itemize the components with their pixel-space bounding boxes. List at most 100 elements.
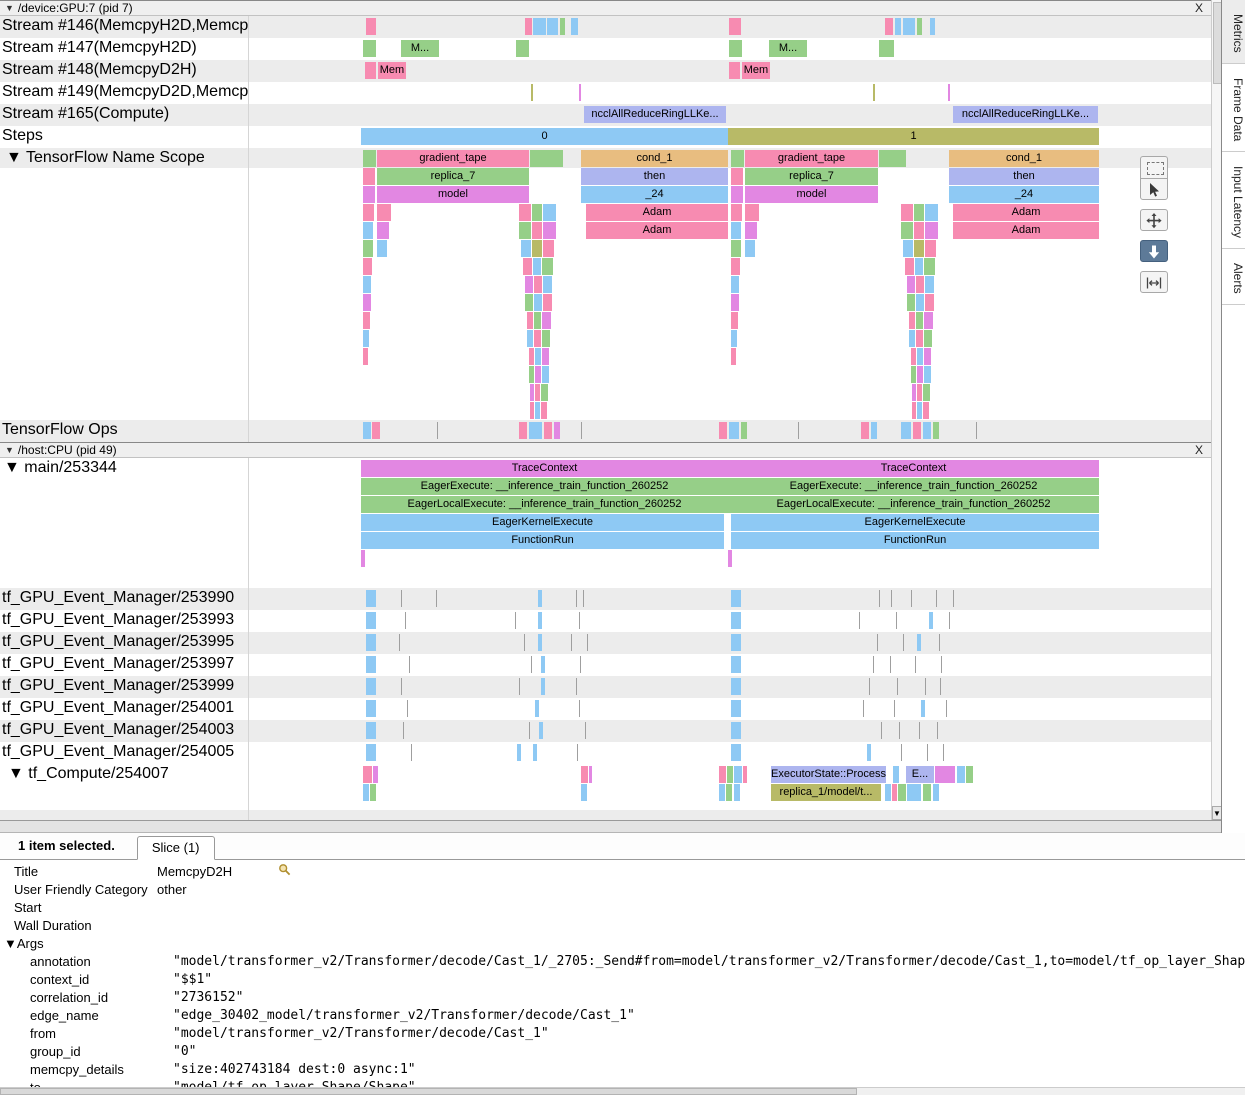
trace-slice[interactable] [901, 204, 913, 221]
trace-slice[interactable] [916, 312, 923, 329]
trace-slice[interactable] [731, 700, 741, 717]
trace-slice[interactable]: ncclAllReduceRingLLKe... [953, 106, 1098, 123]
trace-slice[interactable] [911, 348, 916, 365]
track-label-gem-254003[interactable]: tf_GPU_Event_Manager/254003 [0, 721, 248, 739]
track-label-tf-name-scope[interactable]: ▼ TensorFlow Name Scope [0, 149, 252, 167]
trace-slice[interactable] [731, 656, 741, 673]
trace-slice[interactable] [587, 634, 588, 651]
trace-slice[interactable] [366, 722, 376, 739]
trace-slice[interactable] [719, 784, 725, 801]
trace-slice[interactable] [530, 402, 534, 419]
trace-slice[interactable] [893, 766, 899, 783]
trace-slice[interactable]: EagerExecute: __inference_train_function… [361, 478, 728, 495]
trace-slice[interactable]: Adam [953, 222, 1099, 239]
trace-slice[interactable] [524, 634, 525, 651]
trace-slice[interactable] [535, 700, 539, 717]
trace-slice[interactable] [924, 348, 931, 365]
trace-slice[interactable] [377, 240, 387, 257]
trace-slice[interactable] [879, 150, 906, 167]
marquee-tool-button[interactable] [1140, 156, 1168, 178]
trace-slice[interactable] [538, 634, 542, 651]
trace-slice[interactable] [541, 384, 548, 401]
trace-slice[interactable]: Adam [586, 222, 728, 239]
trace-slice[interactable] [363, 204, 374, 221]
trace-slice[interactable]: EagerLocalExecute: __inference_train_fun… [361, 496, 728, 513]
trace-slice[interactable] [946, 700, 947, 717]
trace-slice[interactable] [363, 222, 373, 239]
tab-frame-data[interactable]: Frame Data [1222, 64, 1245, 152]
trace-slice[interactable] [529, 348, 534, 365]
trace-slice[interactable]: M... [401, 40, 439, 57]
track-label-stream-165[interactable]: Stream #165(Compute) [0, 105, 248, 123]
trace-slice[interactable] [909, 330, 915, 347]
trace-slice[interactable] [948, 84, 950, 101]
trace-slice[interactable] [903, 18, 915, 35]
trace-slice[interactable] [943, 744, 944, 761]
collapse-icon[interactable]: ▼ [5, 3, 14, 13]
trace-slice[interactable] [731, 722, 741, 739]
trace-slice[interactable]: 0 [361, 128, 728, 145]
trace-slice[interactable]: then [581, 168, 728, 185]
trace-slice[interactable]: FunctionRun [731, 532, 1099, 549]
trace-slice[interactable] [914, 240, 924, 257]
trace-slice[interactable] [531, 656, 532, 673]
trace-slice[interactable] [363, 150, 376, 167]
trace-slice[interactable] [915, 656, 916, 673]
trace-slice[interactable] [363, 422, 371, 439]
trace-slice[interactable] [541, 656, 545, 673]
trace-slice[interactable] [898, 784, 906, 801]
magnifier-icon[interactable] [278, 863, 291, 879]
trace-slice[interactable]: Mem [742, 62, 770, 79]
trace-slice[interactable] [542, 330, 550, 347]
trace-slice[interactable] [731, 240, 741, 257]
trace-slice[interactable]: M... [769, 40, 807, 57]
trace-slice[interactable] [729, 62, 740, 79]
trace-slice[interactable] [914, 204, 924, 221]
trace-slice[interactable] [925, 678, 926, 695]
trace-slice[interactable] [527, 330, 533, 347]
trace-slice[interactable] [581, 422, 582, 439]
trace-slice[interactable] [901, 422, 911, 439]
trace-slice[interactable] [921, 700, 925, 717]
trace-slice[interactable] [941, 656, 942, 673]
trace-slice[interactable] [543, 276, 552, 293]
trace-slice[interactable]: 1 [728, 128, 1099, 145]
trace-slice[interactable] [936, 590, 937, 607]
track-label-steps[interactable]: Steps [0, 127, 248, 145]
track-label-tf-ops[interactable]: TensorFlow Ops [0, 421, 248, 439]
trace-slice[interactable] [363, 168, 375, 185]
horizontal-scrollbar[interactable] [0, 1087, 1245, 1095]
trace-slice[interactable] [519, 222, 531, 239]
trace-slice[interactable] [529, 366, 534, 383]
trace-slice[interactable] [895, 18, 901, 35]
trace-slice[interactable] [576, 678, 577, 695]
trace-slice[interactable] [924, 258, 935, 275]
trace-slice[interactable] [925, 276, 934, 293]
trace-slice[interactable] [924, 330, 932, 347]
trace-slice[interactable]: _24 [581, 186, 728, 203]
trace-slice[interactable] [957, 766, 965, 783]
trace-slice[interactable] [729, 18, 741, 35]
trace-slice[interactable] [861, 422, 869, 439]
trace-slice[interactable]: replica_7 [377, 168, 529, 185]
trace-slice[interactable] [530, 150, 563, 167]
track-label-gem-253997[interactable]: tf_GPU_Event_Manager/253997 [0, 655, 248, 673]
horizontal-scrollbar-thumb[interactable] [0, 1088, 857, 1095]
tab-input-latency[interactable]: Input Latency [1222, 152, 1245, 249]
trace-slice[interactable] [731, 348, 736, 365]
trace-slice[interactable]: then [949, 168, 1099, 185]
trace-slice[interactable] [436, 590, 437, 607]
trace-slice[interactable] [363, 330, 369, 347]
trace-slice[interactable] [409, 656, 410, 673]
trace-slice[interactable] [571, 634, 572, 651]
trace-slice[interactable] [727, 766, 733, 783]
trace-slice[interactable] [911, 366, 916, 383]
device-panel-close-button[interactable]: X [1195, 1, 1203, 15]
trace-slice[interactable] [532, 204, 542, 221]
trace-slice[interactable] [541, 402, 547, 419]
trace-slice[interactable] [407, 700, 408, 717]
trace-slice[interactable] [580, 656, 581, 673]
trace-slice[interactable] [879, 40, 894, 57]
trace-slice[interactable] [363, 186, 375, 203]
track-label-gem-253990[interactable]: tf_GPU_Event_Manager/253990 [0, 589, 248, 607]
